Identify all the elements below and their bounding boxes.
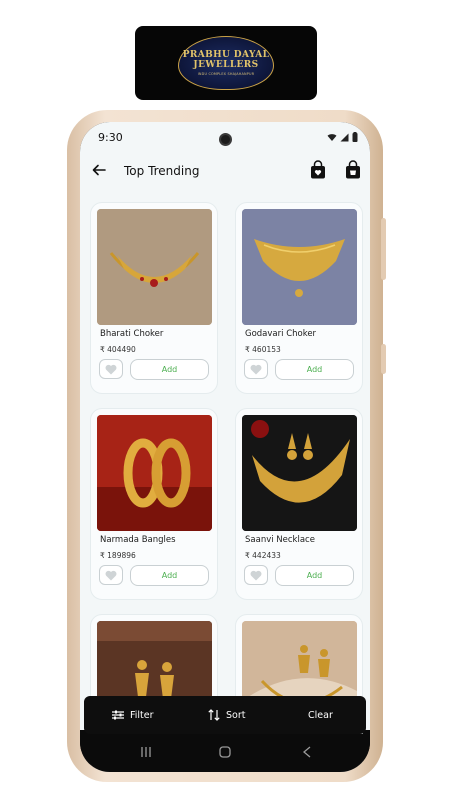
cart-bag-icon[interactable] [344,160,362,180]
add-button[interactable]: Add [130,359,209,380]
wishlist-bag-icon[interactable] [309,160,327,180]
status-icons [327,132,358,142]
page-title: Top Trending [124,164,200,178]
phone-screen: 9:30 Top Trending Bharati Choker ₹ 40449… [80,122,370,772]
product-price: ₹ 460153 [245,345,281,354]
battery-icon [352,132,358,142]
brand-name-line2: JEWELLERS [193,60,259,70]
product-price: ₹ 404490 [100,345,136,354]
product-name: Godavari Choker [245,329,317,339]
sort-label: Sort [226,709,246,721]
heart-icon[interactable] [99,565,123,585]
product-image[interactable] [242,209,357,325]
product-card[interactable]: Narmada Bangles ₹ 189896 Add [90,408,218,600]
home-icon[interactable] [219,746,231,762]
signal-icon [340,133,349,141]
product-card[interactable]: Bharati Choker ₹ 404490 Add [90,202,218,394]
filter-label: Filter [130,709,154,721]
back-nav-icon[interactable] [302,746,312,762]
product-card[interactable]: Saanvi Necklace ₹ 442433 Add [235,408,363,600]
clear-label: Clear [308,709,333,721]
product-name: Narmada Bangles [100,535,176,545]
arrow-left-icon[interactable] [92,163,106,179]
add-button[interactable]: Add [275,359,354,380]
system-navigation-bar [80,734,370,772]
volume-button [381,218,386,280]
wifi-icon [327,133,337,141]
status-time: 9:30 [98,131,123,144]
sort-arrows-icon [208,709,220,721]
stage: PRABHU DAYAL JEWELLERS INDU COMPLEX SHAJ… [0,0,451,800]
top-app-bar: Top Trending [80,154,370,190]
product-name: Saanvi Necklace [245,535,315,545]
brand-tagline: INDU COMPLEX SHAJAHANPUR [197,72,255,76]
product-name: Bharati Choker [100,329,164,339]
brand-name-line1: PRABHU DAYAL [182,50,270,60]
filter-button[interactable]: Filter [112,696,154,734]
recent-apps-icon[interactable] [140,746,152,762]
app-view: 9:30 Top Trending Bharati Choker ₹ 40449… [80,122,370,772]
heart-icon[interactable] [244,565,268,585]
add-button[interactable]: Add [275,565,354,586]
product-image[interactable] [97,415,212,531]
logo-emblem: PRABHU DAYAL JEWELLERS INDU COMPLEX SHAJ… [178,36,274,90]
product-card[interactable]: Godavari Choker ₹ 460153 Add [235,202,363,394]
brand-logo: PRABHU DAYAL JEWELLERS INDU COMPLEX SHAJ… [135,26,317,100]
front-camera [219,133,232,146]
clear-button[interactable]: Clear [308,696,333,734]
sort-button[interactable]: Sort [208,696,245,734]
heart-icon[interactable] [244,359,268,379]
sliders-icon [112,710,124,720]
product-price: ₹ 442433 [245,551,281,560]
product-image[interactable] [242,415,357,531]
product-image[interactable] [97,209,212,325]
heart-icon[interactable] [99,359,123,379]
power-button [381,344,386,374]
filter-sort-bar: Filter Sort Clear [84,696,366,734]
product-price: ₹ 189896 [100,551,136,560]
add-button[interactable]: Add [130,565,209,586]
